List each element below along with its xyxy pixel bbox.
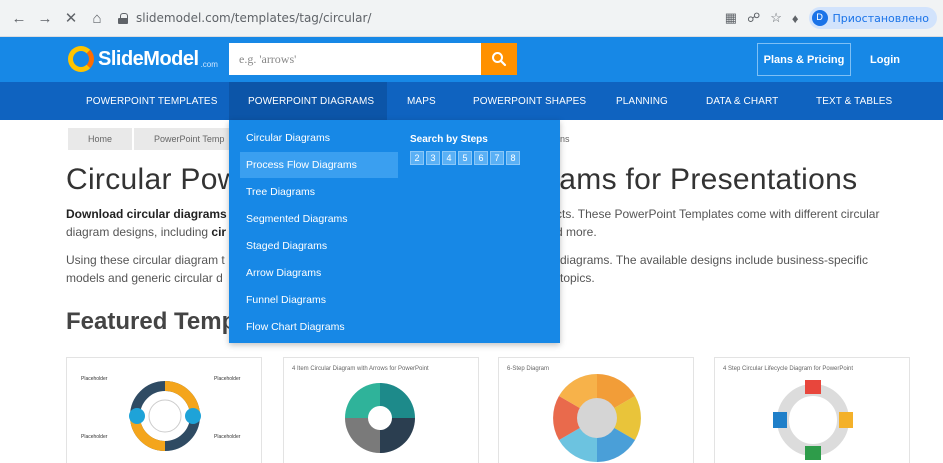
close-icon[interactable]: ✕: [60, 7, 82, 29]
plans-pricing-button[interactable]: Plans & Pricing: [757, 43, 851, 76]
dropdown-item-circular-diagrams[interactable]: Circular Diagrams: [240, 125, 398, 151]
avatar: D: [811, 10, 828, 26]
dropdown-item-staged-diagrams[interactable]: Staged Diagrams: [240, 233, 398, 259]
profile-label: Приостановлено: [832, 11, 929, 25]
arrow-left-icon[interactable]: ←: [8, 7, 30, 29]
step-button-8[interactable]: 8: [506, 151, 520, 165]
logo-tld: .com: [200, 59, 218, 69]
card-thumbnail: [553, 374, 641, 462]
search-icon: [492, 52, 507, 67]
nav-powerpoint-templates[interactable]: POWERPOINT TEMPLATES: [86, 82, 217, 120]
logo[interactable]: SlideModel .com: [68, 46, 218, 72]
placeholder-label: Placeholder: [81, 376, 108, 382]
intro-text-line2: diagram designs, including cir: [66, 223, 226, 241]
dropdown-item-arrow-diagrams[interactable]: Arrow Diagrams: [240, 260, 398, 286]
usage-text-right: d diagrams. The available designs includ…: [550, 253, 868, 267]
intro-text-line2-right: d more.: [556, 225, 597, 239]
share-icon[interactable]: ☍: [747, 10, 760, 26]
steps-title: Search by Steps: [410, 134, 488, 145]
placeholder-label: Placeholder: [81, 434, 108, 440]
dropdown-item-segmented-diagrams[interactable]: Segmented Diagrams: [240, 206, 398, 232]
step-button-6[interactable]: 6: [474, 151, 488, 165]
profile-button[interactable]: D Приостановлено: [808, 7, 937, 29]
nav-planning[interactable]: PLANNING: [616, 82, 668, 120]
intro-text: Download circular diagrams: [66, 205, 227, 223]
placeholder-label: Placeholder: [214, 376, 241, 382]
nav-text-tables[interactable]: TEXT & TABLES: [816, 82, 892, 120]
step-button-7[interactable]: 7: [490, 151, 504, 165]
intro-bold: Download circular diagrams: [66, 207, 227, 221]
card-thumbnail: [773, 380, 853, 460]
template-card-3[interactable]: 6-Step Diagram: [498, 357, 694, 463]
usage-text-line2-right: topics.: [560, 271, 595, 285]
template-card-2[interactable]: 4 Item Circular Diagram with Arrows for …: [283, 357, 479, 463]
template-card-4[interactable]: 4 Step Circular Lifecycle Diagram for Po…: [714, 357, 910, 463]
logo-icon: [68, 46, 94, 72]
nav-powerpoint-shapes[interactable]: POWERPOINT SHAPES: [473, 82, 586, 120]
breadcrumb: Home PowerPoint Temp: [68, 128, 246, 150]
card-thumbnail: Placeholder Placeholder Placeholder Plac…: [81, 376, 241, 451]
breadcrumb-powerpoint-templates[interactable]: PowerPoint Temp: [134, 128, 245, 150]
browser-toolbar: ← → ✕ ⌂ slidemodel.com/templates/tag/cir…: [0, 0, 943, 37]
dropdown-item-flow-chart-diagrams[interactable]: Flow Chart Diagrams: [240, 314, 398, 340]
step-button-2[interactable]: 2: [410, 151, 424, 165]
star-icon[interactable]: ☆: [770, 10, 782, 26]
page-title-continued: rams for Presentations: [549, 163, 858, 196]
arrow-right-icon[interactable]: →: [34, 7, 56, 29]
extensions-icon[interactable]: ♦: [792, 11, 799, 26]
step-button-5[interactable]: 5: [458, 151, 472, 165]
nav-maps[interactable]: MAPS: [407, 82, 436, 120]
card-thumbnail: [345, 383, 415, 453]
dropdown-item-tree-diagrams[interactable]: Tree Diagrams: [240, 179, 398, 205]
template-card-1[interactable]: Placeholder Placeholder Placeholder Plac…: [66, 357, 262, 463]
login-button[interactable]: Login: [862, 43, 908, 76]
dropdown-item-process-flow-diagrams[interactable]: Process Flow Diagrams: [240, 152, 398, 178]
intro-line2-bold: cir: [211, 225, 227, 239]
url-text: slidemodel.com/templates/tag/circular/: [136, 11, 372, 25]
steps-list: 2 3 4 5 6 7 8: [410, 151, 520, 165]
translate-icon[interactable]: ▦: [725, 10, 737, 26]
search-input[interactable]: [229, 43, 481, 75]
breadcrumb-home[interactable]: Home: [68, 128, 133, 150]
featured-title: Featured Templ: [66, 308, 243, 335]
search-button[interactable]: [481, 43, 517, 75]
dropdown-item-funnel-diagrams[interactable]: Funnel Diagrams: [240, 287, 398, 313]
breadcrumb-current: ns: [560, 134, 570, 144]
step-button-3[interactable]: 3: [426, 151, 440, 165]
intro-text-right: cts. These PowerPoint Templates come wit…: [556, 207, 880, 221]
usage-text: Using these circular diagram t: [66, 253, 225, 267]
site-header: SlideModel .com Plans & Pricing Login: [0, 37, 943, 82]
page-title: Circular Pow: [66, 163, 240, 196]
main-nav: POWERPOINT TEMPLATES POWERPOINT DIAGRAMS…: [0, 82, 943, 120]
usage-text-line2: models and generic circular d: [66, 271, 223, 285]
lock-icon: [118, 12, 128, 24]
nav-data-chart[interactable]: DATA & CHART: [706, 82, 778, 120]
nav-powerpoint-diagrams[interactable]: POWERPOINT DIAGRAMS: [229, 82, 387, 120]
step-button-4[interactable]: 4: [442, 151, 456, 165]
diagrams-dropdown: Circular Diagrams Process Flow Diagrams …: [229, 120, 560, 343]
logo-text: SlideModel: [98, 47, 199, 70]
intro-line2-text: diagram designs, including: [66, 225, 212, 239]
address-bar[interactable]: slidemodel.com/templates/tag/circular/: [118, 5, 371, 31]
placeholder-label: Placeholder: [214, 434, 241, 440]
home-icon[interactable]: ⌂: [86, 7, 108, 29]
